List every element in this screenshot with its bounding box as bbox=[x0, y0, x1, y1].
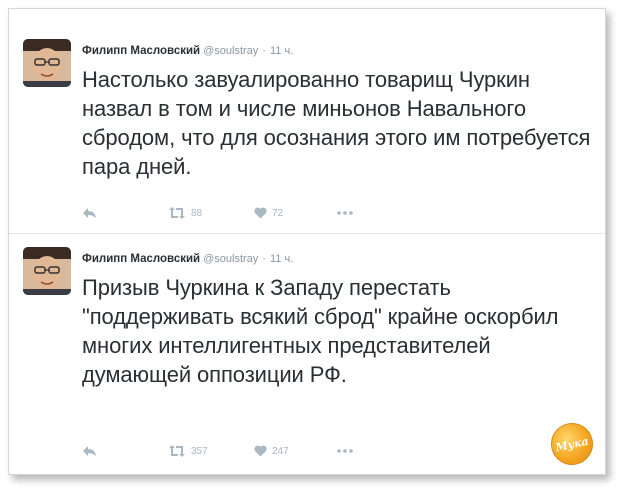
reply-icon bbox=[83, 208, 96, 218]
separator: · bbox=[262, 45, 266, 57]
reply-button[interactable] bbox=[82, 205, 98, 221]
like-button[interactable]: 247 bbox=[254, 443, 289, 459]
timestamp[interactable]: 11 ч. bbox=[270, 253, 293, 265]
like-button[interactable]: 72 bbox=[254, 205, 283, 221]
tweet-header: Филипп Масловский @soulstray · 11 ч. bbox=[82, 45, 293, 57]
tweet-actions: 88 72 bbox=[82, 205, 382, 221]
timestamp[interactable]: 11 ч. bbox=[270, 45, 293, 57]
author-name[interactable]: Филипп Масловский bbox=[82, 253, 200, 265]
author-handle[interactable]: @soulstray bbox=[203, 45, 258, 57]
tweet: Филипп Масловский @soulstray · 11 ч. Призыв… bbox=[9, 234, 605, 474]
more-dots-icon bbox=[337, 211, 353, 215]
tweet: Филипп Масловский @soulstray · 11 ч. Настол… bbox=[9, 9, 605, 234]
avatar[interactable] bbox=[23, 39, 71, 87]
tweet-text: Призыв Чуркина к Западу перестать "подде… bbox=[82, 275, 559, 387]
author-name[interactable]: Филипп Масловский bbox=[82, 45, 200, 57]
retweet-button[interactable]: 88 bbox=[168, 205, 202, 221]
retweet-count: 88 bbox=[191, 207, 203, 219]
author-handle[interactable]: @soulstray bbox=[203, 253, 258, 265]
tweet-actions: 357 247 bbox=[82, 443, 382, 459]
reply-button[interactable] bbox=[82, 443, 98, 459]
retweet-button[interactable]: 357 bbox=[168, 443, 208, 459]
reply-icon bbox=[83, 446, 96, 456]
more-button[interactable] bbox=[337, 443, 353, 459]
more-button[interactable] bbox=[337, 205, 353, 221]
retweet-count: 357 bbox=[191, 445, 208, 457]
like-count: 247 bbox=[272, 445, 289, 457]
avatar[interactable] bbox=[23, 247, 71, 295]
heart-icon bbox=[254, 207, 267, 219]
retweet-icon bbox=[169, 445, 185, 457]
separator: · bbox=[262, 253, 266, 265]
tweet-header: Филипп Масловский @soulstray · 11 ч. bbox=[82, 253, 293, 265]
retweet-icon bbox=[169, 207, 185, 219]
heart-icon bbox=[254, 445, 267, 457]
more-dots-icon bbox=[337, 449, 353, 453]
like-count: 72 bbox=[272, 207, 284, 219]
tweet-text: Настолько завуалированно товарищ Чуркин … bbox=[82, 67, 591, 179]
screenshot-frame: Филипп Масловский @soulstray · 11 ч. Настол… bbox=[8, 8, 606, 475]
